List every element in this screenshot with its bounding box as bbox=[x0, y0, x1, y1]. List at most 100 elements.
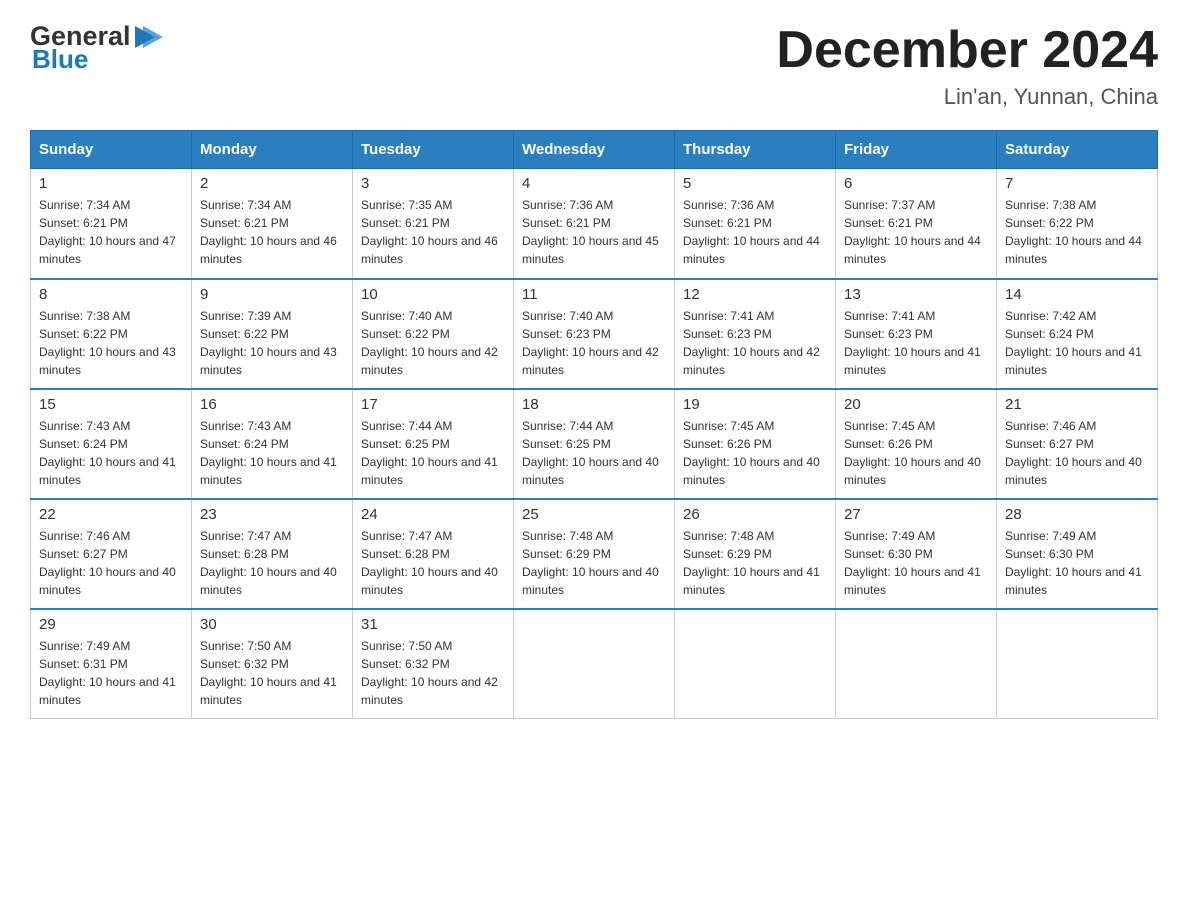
calendar-cell: 12 Sunrise: 7:41 AM Sunset: 6:23 PM Dayl… bbox=[675, 279, 836, 389]
day-number: 7 bbox=[1005, 175, 1149, 192]
calendar-cell bbox=[675, 609, 836, 719]
calendar-cell: 31 Sunrise: 7:50 AM Sunset: 6:32 PM Dayl… bbox=[353, 609, 514, 719]
day-number: 26 bbox=[683, 506, 827, 523]
day-number: 15 bbox=[39, 396, 183, 413]
calendar-cell: 23 Sunrise: 7:47 AM Sunset: 6:28 PM Dayl… bbox=[192, 499, 353, 609]
calendar-week-2: 8 Sunrise: 7:38 AM Sunset: 6:22 PM Dayli… bbox=[31, 279, 1158, 389]
calendar-cell: 28 Sunrise: 7:49 AM Sunset: 6:30 PM Dayl… bbox=[997, 499, 1158, 609]
day-info: Sunrise: 7:48 AM Sunset: 6:29 PM Dayligh… bbox=[522, 527, 666, 599]
calendar-cell: 30 Sunrise: 7:50 AM Sunset: 6:32 PM Dayl… bbox=[192, 609, 353, 719]
day-number: 31 bbox=[361, 616, 505, 633]
day-info: Sunrise: 7:34 AM Sunset: 6:21 PM Dayligh… bbox=[39, 196, 183, 268]
day-info: Sunrise: 7:49 AM Sunset: 6:30 PM Dayligh… bbox=[1005, 527, 1149, 599]
weekday-header-sunday: Sunday bbox=[31, 131, 192, 169]
day-info: Sunrise: 7:47 AM Sunset: 6:28 PM Dayligh… bbox=[200, 527, 344, 599]
calendar-cell: 8 Sunrise: 7:38 AM Sunset: 6:22 PM Dayli… bbox=[31, 279, 192, 389]
day-number: 6 bbox=[844, 175, 988, 192]
day-number: 18 bbox=[522, 396, 666, 413]
calendar-cell: 13 Sunrise: 7:41 AM Sunset: 6:23 PM Dayl… bbox=[836, 279, 997, 389]
day-info: Sunrise: 7:49 AM Sunset: 6:31 PM Dayligh… bbox=[39, 637, 183, 709]
calendar-cell: 4 Sunrise: 7:36 AM Sunset: 6:21 PM Dayli… bbox=[514, 169, 675, 279]
day-info: Sunrise: 7:40 AM Sunset: 6:22 PM Dayligh… bbox=[361, 307, 505, 379]
day-info: Sunrise: 7:47 AM Sunset: 6:28 PM Dayligh… bbox=[361, 527, 505, 599]
day-number: 14 bbox=[1005, 286, 1149, 303]
day-number: 25 bbox=[522, 506, 666, 523]
calendar-cell: 18 Sunrise: 7:44 AM Sunset: 6:25 PM Dayl… bbox=[514, 389, 675, 499]
day-number: 1 bbox=[39, 175, 183, 192]
day-number: 11 bbox=[522, 286, 666, 303]
day-info: Sunrise: 7:41 AM Sunset: 6:23 PM Dayligh… bbox=[844, 307, 988, 379]
day-info: Sunrise: 7:43 AM Sunset: 6:24 PM Dayligh… bbox=[39, 417, 183, 489]
calendar-header-row: SundayMondayTuesdayWednesdayThursdayFrid… bbox=[31, 131, 1158, 169]
day-number: 27 bbox=[844, 506, 988, 523]
day-number: 20 bbox=[844, 396, 988, 413]
day-info: Sunrise: 7:35 AM Sunset: 6:21 PM Dayligh… bbox=[361, 196, 505, 268]
calendar-week-1: 1 Sunrise: 7:34 AM Sunset: 6:21 PM Dayli… bbox=[31, 169, 1158, 279]
calendar-week-4: 22 Sunrise: 7:46 AM Sunset: 6:27 PM Dayl… bbox=[31, 499, 1158, 609]
day-info: Sunrise: 7:39 AM Sunset: 6:22 PM Dayligh… bbox=[200, 307, 344, 379]
weekday-header-friday: Friday bbox=[836, 131, 997, 169]
day-number: 13 bbox=[844, 286, 988, 303]
day-info: Sunrise: 7:46 AM Sunset: 6:27 PM Dayligh… bbox=[39, 527, 183, 599]
calendar-cell: 27 Sunrise: 7:49 AM Sunset: 6:30 PM Dayl… bbox=[836, 499, 997, 609]
weekday-header-monday: Monday bbox=[192, 131, 353, 169]
day-number: 24 bbox=[361, 506, 505, 523]
calendar-cell: 14 Sunrise: 7:42 AM Sunset: 6:24 PM Dayl… bbox=[997, 279, 1158, 389]
day-number: 23 bbox=[200, 506, 344, 523]
calendar-cell: 26 Sunrise: 7:48 AM Sunset: 6:29 PM Dayl… bbox=[675, 499, 836, 609]
calendar-cell: 19 Sunrise: 7:45 AM Sunset: 6:26 PM Dayl… bbox=[675, 389, 836, 499]
day-info: Sunrise: 7:40 AM Sunset: 6:23 PM Dayligh… bbox=[522, 307, 666, 379]
day-info: Sunrise: 7:34 AM Sunset: 6:21 PM Dayligh… bbox=[200, 196, 344, 268]
day-info: Sunrise: 7:50 AM Sunset: 6:32 PM Dayligh… bbox=[200, 637, 344, 709]
calendar-cell: 25 Sunrise: 7:48 AM Sunset: 6:29 PM Dayl… bbox=[514, 499, 675, 609]
day-number: 12 bbox=[683, 286, 827, 303]
logo-arrow-icon bbox=[133, 22, 163, 52]
day-info: Sunrise: 7:37 AM Sunset: 6:21 PM Dayligh… bbox=[844, 196, 988, 268]
calendar-cell: 16 Sunrise: 7:43 AM Sunset: 6:24 PM Dayl… bbox=[192, 389, 353, 499]
calendar-cell: 21 Sunrise: 7:46 AM Sunset: 6:27 PM Dayl… bbox=[997, 389, 1158, 499]
day-number: 28 bbox=[1005, 506, 1149, 523]
logo: General Blue bbox=[30, 20, 163, 75]
day-number: 4 bbox=[522, 175, 666, 192]
day-number: 10 bbox=[361, 286, 505, 303]
day-info: Sunrise: 7:36 AM Sunset: 6:21 PM Dayligh… bbox=[683, 196, 827, 268]
calendar-cell: 2 Sunrise: 7:34 AM Sunset: 6:21 PM Dayli… bbox=[192, 169, 353, 279]
calendar-cell: 10 Sunrise: 7:40 AM Sunset: 6:22 PM Dayl… bbox=[353, 279, 514, 389]
calendar-cell: 9 Sunrise: 7:39 AM Sunset: 6:22 PM Dayli… bbox=[192, 279, 353, 389]
logo-blue-text: Blue bbox=[32, 44, 88, 75]
calendar-cell: 15 Sunrise: 7:43 AM Sunset: 6:24 PM Dayl… bbox=[31, 389, 192, 499]
day-info: Sunrise: 7:50 AM Sunset: 6:32 PM Dayligh… bbox=[361, 637, 505, 709]
day-number: 22 bbox=[39, 506, 183, 523]
calendar-table: SundayMondayTuesdayWednesdayThursdayFrid… bbox=[30, 130, 1158, 719]
day-number: 17 bbox=[361, 396, 505, 413]
calendar-cell: 5 Sunrise: 7:36 AM Sunset: 6:21 PM Dayli… bbox=[675, 169, 836, 279]
weekday-header-wednesday: Wednesday bbox=[514, 131, 675, 169]
day-info: Sunrise: 7:48 AM Sunset: 6:29 PM Dayligh… bbox=[683, 527, 827, 599]
day-info: Sunrise: 7:44 AM Sunset: 6:25 PM Dayligh… bbox=[361, 417, 505, 489]
calendar-week-3: 15 Sunrise: 7:43 AM Sunset: 6:24 PM Dayl… bbox=[31, 389, 1158, 499]
day-info: Sunrise: 7:41 AM Sunset: 6:23 PM Dayligh… bbox=[683, 307, 827, 379]
day-info: Sunrise: 7:44 AM Sunset: 6:25 PM Dayligh… bbox=[522, 417, 666, 489]
calendar-cell bbox=[514, 609, 675, 719]
day-number: 2 bbox=[200, 175, 344, 192]
day-number: 5 bbox=[683, 175, 827, 192]
day-info: Sunrise: 7:46 AM Sunset: 6:27 PM Dayligh… bbox=[1005, 417, 1149, 489]
calendar-cell bbox=[997, 609, 1158, 719]
calendar-cell: 3 Sunrise: 7:35 AM Sunset: 6:21 PM Dayli… bbox=[353, 169, 514, 279]
day-number: 16 bbox=[200, 396, 344, 413]
day-info: Sunrise: 7:38 AM Sunset: 6:22 PM Dayligh… bbox=[39, 307, 183, 379]
calendar-cell: 22 Sunrise: 7:46 AM Sunset: 6:27 PM Dayl… bbox=[31, 499, 192, 609]
day-number: 8 bbox=[39, 286, 183, 303]
day-number: 21 bbox=[1005, 396, 1149, 413]
day-number: 9 bbox=[200, 286, 344, 303]
day-info: Sunrise: 7:42 AM Sunset: 6:24 PM Dayligh… bbox=[1005, 307, 1149, 379]
day-info: Sunrise: 7:43 AM Sunset: 6:24 PM Dayligh… bbox=[200, 417, 344, 489]
calendar-cell: 20 Sunrise: 7:45 AM Sunset: 6:26 PM Dayl… bbox=[836, 389, 997, 499]
page-header: General Blue December 2024 Lin'an, Yunna… bbox=[30, 20, 1158, 110]
weekday-header-saturday: Saturday bbox=[997, 131, 1158, 169]
weekday-header-tuesday: Tuesday bbox=[353, 131, 514, 169]
day-info: Sunrise: 7:36 AM Sunset: 6:21 PM Dayligh… bbox=[522, 196, 666, 268]
day-info: Sunrise: 7:49 AM Sunset: 6:30 PM Dayligh… bbox=[844, 527, 988, 599]
title-block: December 2024 Lin'an, Yunnan, China bbox=[776, 20, 1158, 110]
day-number: 29 bbox=[39, 616, 183, 633]
